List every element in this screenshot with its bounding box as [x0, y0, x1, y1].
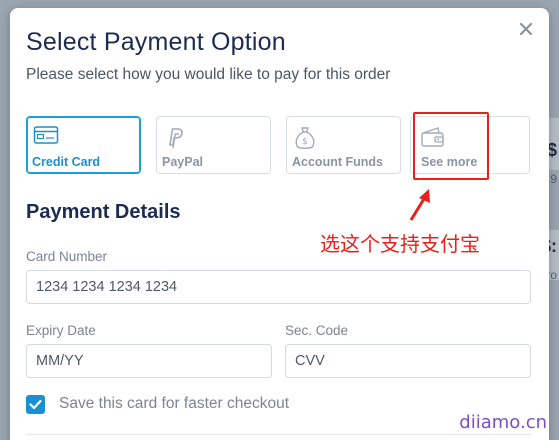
payment-modal: Select Payment Option Please select how … — [10, 8, 549, 440]
option-paypal[interactable]: PayPal — [156, 116, 271, 174]
close-icon — [519, 22, 533, 36]
paypal-icon — [163, 125, 187, 154]
payment-details-title: Payment Details — [26, 201, 181, 223]
checkmark-icon — [29, 399, 42, 410]
option-paypal-label: PayPal — [162, 155, 204, 169]
modal-subtitle: Please select how you would like to pay … — [26, 66, 391, 83]
divider — [26, 434, 531, 435]
sec-code-label: Sec. Code — [285, 323, 349, 338]
save-card-checkbox[interactable] — [26, 395, 45, 414]
close-button[interactable] — [517, 20, 535, 38]
option-see-more[interactable]: See more — [410, 116, 530, 174]
modal-title: Select Payment Option — [26, 28, 286, 56]
save-card-label: Save this card for faster checkout — [59, 395, 290, 412]
watermark: diiamo.cn — [459, 412, 547, 433]
svg-text:$: $ — [302, 137, 308, 147]
card-number-label: Card Number — [26, 249, 108, 264]
money-bag-icon: $ — [293, 125, 317, 156]
annotation-text: 选这个支持支付宝 — [320, 232, 480, 256]
backdrop-text-1: 9 — [550, 172, 557, 186]
option-credit-card-label: Credit Card — [32, 155, 101, 169]
sec-code-input[interactable] — [285, 344, 531, 378]
annotation-arrow-icon — [405, 186, 435, 231]
option-account-funds[interactable]: $ Account Funds — [286, 116, 401, 174]
credit-card-icon — [33, 125, 59, 150]
option-see-more-label: See more — [421, 155, 478, 169]
expiry-date-label: Expiry Date — [26, 323, 96, 338]
card-number-input[interactable] — [26, 270, 531, 304]
option-account-funds-label: Account Funds — [292, 155, 383, 169]
expiry-date-input[interactable] — [26, 344, 272, 378]
wallet-icon — [419, 125, 447, 154]
option-credit-card[interactable]: Credit Card — [26, 116, 141, 174]
